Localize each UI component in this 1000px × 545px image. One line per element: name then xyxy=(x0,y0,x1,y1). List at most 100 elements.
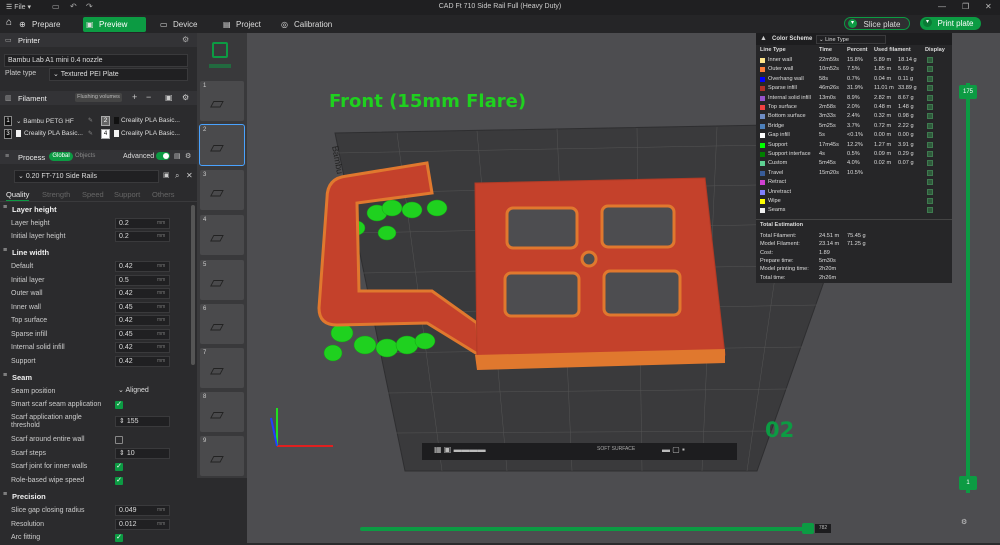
legend-row: Travel 15m20s 10.5% xyxy=(756,169,952,178)
printer-select[interactable]: Bambu Lab A1 mini 0.4 nozzle xyxy=(4,54,188,67)
line-type-weight: 33.89 g xyxy=(898,85,917,92)
process-preset-select[interactable]: ⌄ 0.20 FT-710 Side Rails xyxy=(14,170,159,183)
display-toggle[interactable] xyxy=(927,66,933,73)
process-global-toggle[interactable]: Global xyxy=(49,152,73,161)
restore-icon[interactable]: ❐ xyxy=(962,2,969,11)
display-toggle[interactable] xyxy=(927,94,933,101)
layer-slider-bottom-handle[interactable]: 1 xyxy=(959,476,977,490)
tab-strength[interactable]: Strength xyxy=(42,190,70,199)
tab-prepare[interactable]: ⊕ Prepare xyxy=(16,17,76,32)
process-objects-toggle[interactable]: Objects xyxy=(75,153,95,159)
remove-filament-icon[interactable]: − xyxy=(146,92,151,102)
line-type-name: Top surface xyxy=(768,104,797,110)
display-toggle[interactable] xyxy=(927,160,933,167)
total-label: Cost: xyxy=(760,249,774,256)
search-icon[interactable]: ⌕ xyxy=(175,171,179,181)
filament-edit-icon[interactable]: ✎ xyxy=(88,117,93,124)
plate-thumb-5[interactable]: 5 ▱ xyxy=(200,260,244,300)
tab-preview[interactable]: ▣ Preview xyxy=(83,17,146,32)
color-scheme-select[interactable]: ⌄ Line Type xyxy=(816,35,886,44)
tab-calibration[interactable]: ◎ Calibration xyxy=(278,17,348,32)
slice-plate-button[interactable]: ▾ Slice plate xyxy=(844,17,910,30)
close-preset-icon[interactable]: ✕ xyxy=(186,171,193,180)
plate-type-select[interactable]: ⌄ Textured PEI Plate xyxy=(49,68,188,81)
display-toggle[interactable] xyxy=(927,75,933,82)
scarf-steps-stepper[interactable]: ⇕ 10 xyxy=(115,447,170,459)
plate-thumb-9[interactable]: 9 ▱ xyxy=(200,436,244,476)
filament-edit-icon[interactable]: ✎ xyxy=(88,130,93,137)
col-percent: Percent xyxy=(847,47,868,53)
process-settings-icon[interactable]: ⚙ xyxy=(185,152,191,160)
printer-settings-icon[interactable]: ⚙ xyxy=(182,35,189,44)
tab-project[interactable]: ▤ Project xyxy=(220,17,275,32)
project-icon: ▤ xyxy=(223,20,231,29)
tab-support[interactable]: Support xyxy=(114,190,140,199)
line-width-title: Line width xyxy=(12,248,50,257)
layer-slider-track[interactable] xyxy=(966,83,970,493)
display-toggle[interactable] xyxy=(927,113,933,120)
setting-unit: mm xyxy=(157,507,166,513)
display-toggle[interactable] xyxy=(927,122,933,129)
layer-settings-icon[interactable]: ⚙ xyxy=(961,518,967,526)
line-type-swatch xyxy=(760,95,765,101)
display-toggle[interactable] xyxy=(927,57,933,63)
filament-slot-3[interactable]: 3 Creality PLA Basic... ✎ xyxy=(4,129,96,140)
add-filament-icon[interactable]: + xyxy=(132,92,137,102)
plus-icon: ⊕ xyxy=(19,20,26,29)
display-toggle[interactable] xyxy=(927,132,933,139)
process-section-title: Process xyxy=(18,153,46,162)
close-icon[interactable]: ✕ xyxy=(985,2,992,11)
color-scheme-value: Line Type xyxy=(825,37,849,43)
scarf-angle-stepper[interactable]: ⇕ 155 xyxy=(115,416,170,427)
display-toggle[interactable] xyxy=(927,85,933,92)
display-toggle[interactable] xyxy=(927,188,933,195)
setting-top-surface-width: Top surface 0.42 mm xyxy=(0,315,190,328)
flushing-volumes-button[interactable]: Flushing volumes xyxy=(75,93,122,102)
filament-slot-1[interactable]: 1 ⌄ Bambu PETG HF ✎ xyxy=(4,116,96,127)
plate-thumb-3[interactable]: 3 ▱ xyxy=(200,170,244,210)
arc-fitting-checkbox[interactable]: ✓ xyxy=(115,534,123,542)
print-plate-button[interactable]: ▾ Print plate xyxy=(920,17,981,30)
filament-slot-2[interactable]: 2 Creality PLA Basic... xyxy=(101,116,193,127)
legend-collapse-icon[interactable]: ▲ xyxy=(760,35,767,42)
role-speed-checkbox[interactable]: ✓ xyxy=(115,476,123,485)
plate-thumb-2[interactable]: 2 ▱ xyxy=(199,124,245,166)
tab-speed[interactable]: Speed xyxy=(82,190,104,199)
line-type-swatch xyxy=(760,199,765,204)
minimize-icon[interactable]: — xyxy=(938,2,946,11)
display-toggle[interactable] xyxy=(927,207,933,214)
display-toggle[interactable] xyxy=(927,141,933,148)
display-toggle[interactable] xyxy=(927,104,933,110)
smart-scarf-checkbox[interactable]: ✓ xyxy=(115,401,123,409)
plates-overview-button[interactable] xyxy=(205,39,235,73)
filament-settings-icon[interactable]: ⚙ xyxy=(182,93,189,102)
save-preset-icon[interactable]: ▣ xyxy=(163,171,170,179)
advanced-toggle[interactable] xyxy=(156,152,170,160)
tab-quality[interactable]: Quality xyxy=(6,190,30,201)
model-plate-body[interactable] xyxy=(474,177,726,362)
home-icon[interactable]: ⌂ xyxy=(6,17,12,28)
line-type-name: Inner wall xyxy=(768,57,792,63)
plate-thumb-8[interactable]: 8 ▱ xyxy=(200,392,244,432)
display-toggle[interactable] xyxy=(927,169,933,176)
scarf-around-checkbox[interactable] xyxy=(115,436,123,444)
display-toggle[interactable] xyxy=(927,179,933,186)
precision-group: ≡ Precision xyxy=(0,490,190,502)
plate-thumb-6[interactable]: 6 ▱ xyxy=(200,304,244,344)
plate-thumb-7[interactable]: 7 ▱ xyxy=(200,348,244,388)
filament-sync-icon[interactable]: ▣ xyxy=(165,93,173,102)
display-toggle[interactable] xyxy=(927,198,933,204)
display-toggle[interactable] xyxy=(927,151,933,157)
plate-thumb-4[interactable]: 4 ▱ xyxy=(200,215,244,255)
process-compare-icon[interactable]: ▤ xyxy=(174,152,181,160)
settings-scrollbar[interactable] xyxy=(191,205,195,365)
move-slider-handle[interactable] xyxy=(802,523,814,534)
scarf-inner-checkbox[interactable]: ✓ xyxy=(115,463,123,471)
seam-position-select[interactable]: ⌄ Aligned xyxy=(115,386,170,397)
tab-others[interactable]: Others xyxy=(152,190,175,199)
filament-slot-4[interactable]: 4 Creality PLA Basic... xyxy=(101,129,193,140)
plate-thumb-1[interactable]: 1 ▱ xyxy=(200,81,244,121)
move-slider-track[interactable] xyxy=(360,527,805,531)
tab-device[interactable]: ▭ Device xyxy=(157,17,212,32)
layer-slider-top-handle[interactable]: 175 xyxy=(959,85,977,99)
